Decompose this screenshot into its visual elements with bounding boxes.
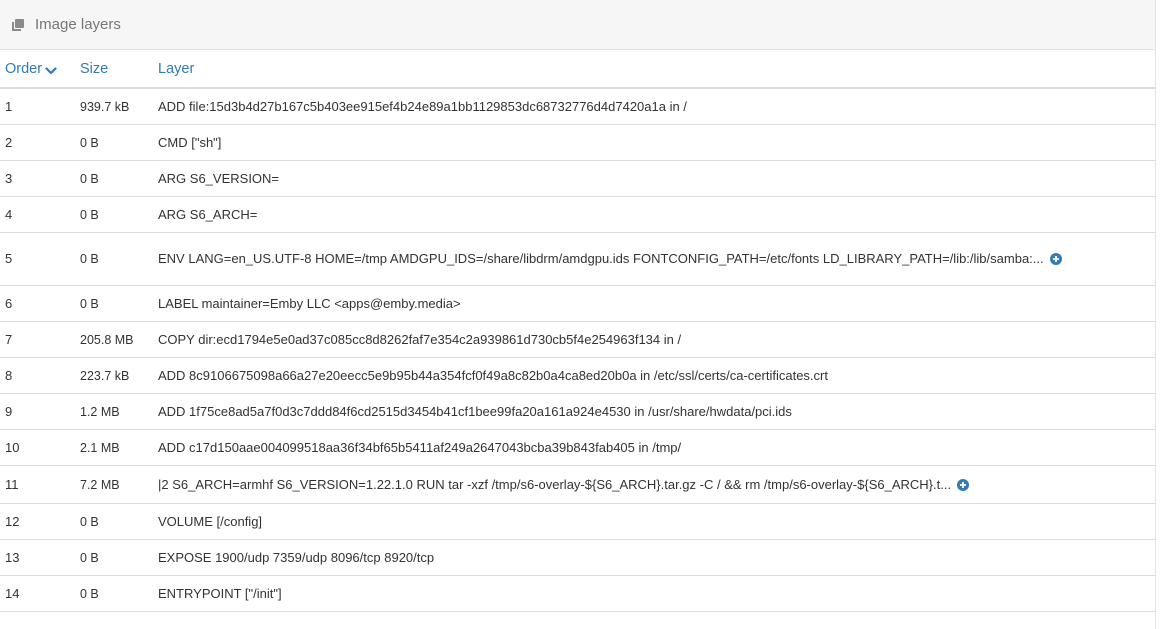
table-row: 13 0 B EXPOSE 1900/udp 7359/udp 8096/tcp 8… (0, 539, 1156, 576)
layer-command: ARG S6_ARCH= (158, 206, 258, 222)
layer-size: 0 B (80, 503, 158, 540)
layer-size: 0 B (80, 196, 158, 233)
layer-size: 0 B (80, 575, 158, 612)
layers-icon (11, 18, 25, 32)
layer-size: 939.7 kB (80, 88, 158, 125)
layer-size: 0 B (80, 160, 158, 197)
column-header-order-label: Order (5, 60, 43, 77)
layer-order: 14 (0, 575, 80, 612)
layer-size: 0 B (80, 232, 158, 286)
layer-command: ENV LANG=en_US.UTF-8 HOME=/tmp AMDGPU_ID… (158, 251, 1044, 266)
layer-command: VOLUME [/config] (158, 513, 263, 529)
layer-size: 0 B (80, 285, 158, 322)
layer-command-cell: ADD 8c9106675098a66a27e20eecc5e9b95b44a3… (158, 357, 1156, 394)
layer-command: ADD 1f75ce8ad5a7f0d3c7ddd84f6cd2515d3454… (158, 403, 792, 419)
layer-command: CMD ["sh"] (158, 134, 222, 150)
layer-command: ADD file:15d3b4d27b167c5b403ee915ef4b24e… (158, 98, 687, 114)
layer-command: EXPOSE 1900/udp 7359/udp 8096/tcp 8920/t… (158, 549, 435, 565)
expand-plus-icon[interactable] (957, 478, 970, 491)
layers-table: Order Size Layer 1 939.7 kB ADD file:15d… (0, 50, 1156, 612)
table-row: 8 223.7 kB ADD 8c9106675098a66a27e20eecc5e… (0, 357, 1156, 394)
expand-plus-icon[interactable] (1049, 253, 1062, 265)
table-row: 30 B ARG S6_VERSION= (0, 160, 1156, 197)
layer-command: ADD 8c9106675098a66a27e20eecc5e9b95b44a3… (158, 367, 828, 383)
layer-command-cell: VOLUME [/config] (158, 503, 1156, 540)
layer-size: 0 B (80, 124, 158, 161)
layer-order: 1 (0, 88, 80, 125)
layer-order: 12 (0, 503, 80, 540)
layer-size: 7.2 MB (80, 465, 158, 504)
layer-command-cell: ADD c17d150aae004099518aa36f34bf65b5411a… (158, 429, 1156, 466)
table-row: 14 0 B ENTRYPOINT ["/init"] (0, 575, 1156, 612)
layer-command-cell: ARG S6_ARCH= (158, 196, 1156, 233)
layer-command-cell: ADD file:15d3b4d27b167c5b403ee915ef4b24e… (158, 88, 1156, 125)
table-row: 12 0 B VOLUME [/config] (0, 503, 1156, 540)
panel-header: Image layers (0, 0, 1155, 50)
layer-order: 2 (0, 124, 80, 161)
layer-order: 13 (0, 539, 80, 576)
table-header-row: Order Size Layer (0, 50, 1156, 89)
layer-order: 10 (0, 429, 80, 466)
table-row: 11 7.2 MB |2 S6_ARCH=armhf S6_VERSION=1.22… (0, 465, 1156, 504)
scrollbar[interactable] (1156, 0, 1163, 629)
table-row: 9 1.2 MB ADD 1f75ce8ad5a7f0d3c7ddd84f6cd25… (0, 393, 1156, 430)
table-row: 40 B ARG S6_ARCH= (0, 196, 1156, 233)
table-row: 50 B ENV LANG=en_US.UTF-8 HOME=/tmp AMDGP… (0, 232, 1156, 286)
layers-table-body: 1 939.7 kB ADD file:15d3b4d27b167c5b403ee9… (0, 88, 1156, 612)
panel-title: Image layers (35, 16, 121, 33)
column-header-size-label: Size (80, 60, 109, 77)
layer-order: 5 (0, 232, 80, 286)
layer-command-cell: COPY dir:ecd1794e5e0ad37c085cc8d8262faf7… (158, 321, 1156, 358)
layer-size: 1.2 MB (80, 393, 158, 430)
layer-order: 4 (0, 196, 80, 233)
layer-command-cell: ENTRYPOINT ["/init"] (158, 575, 1156, 612)
layer-order: 6 (0, 285, 80, 322)
layer-command: ADD c17d150aae004099518aa36f34bf65b5411a… (158, 439, 682, 455)
layer-order: 11 (0, 465, 80, 504)
layer-order: 8 (0, 357, 80, 394)
layer-command-cell: ENV LANG=en_US.UTF-8 HOME=/tmp AMDGPU_ID… (158, 232, 1156, 286)
layer-command: LABEL maintainer=Emby LLC <apps@emby.med… (158, 295, 461, 311)
column-header-order[interactable]: Order (0, 50, 80, 89)
image-layers-panel: Image layers Order Size Layer 1 939.7 kB… (0, 0, 1156, 629)
layer-command-cell: LABEL maintainer=Emby LLC <apps@emby.med… (158, 285, 1156, 322)
table-row: 1 939.7 kB ADD file:15d3b4d27b167c5b403ee9… (0, 88, 1156, 125)
layer-size: 223.7 kB (80, 357, 158, 394)
table-row: 20 B CMD ["sh"] (0, 124, 1156, 161)
table-row: 7 205.8 MB COPY dir:ecd1794e5e0ad37c085cc8… (0, 321, 1156, 358)
layer-order: 3 (0, 160, 80, 197)
layer-command-cell: EXPOSE 1900/udp 7359/udp 8096/tcp 8920/t… (158, 539, 1156, 576)
layer-command: COPY dir:ecd1794e5e0ad37c085cc8d8262faf7… (158, 331, 682, 347)
layer-order: 7 (0, 321, 80, 358)
column-header-size[interactable]: Size (80, 50, 158, 89)
layer-order: 9 (0, 393, 80, 430)
layer-command-cell: ARG S6_VERSION= (158, 160, 1156, 197)
table-row: 60 B LABEL maintainer=Emby LLC <apps@emby… (0, 285, 1156, 322)
layer-command: ARG S6_VERSION= (158, 170, 280, 186)
layer-command: |2 S6_ARCH=armhf S6_VERSION=1.22.1.0 RUN… (158, 476, 952, 492)
chevron-down-icon[interactable] (45, 64, 57, 74)
layer-size: 2.1 MB (80, 429, 158, 466)
layer-command-cell: |2 S6_ARCH=armhf S6_VERSION=1.22.1.0 RUN… (158, 465, 1156, 504)
column-header-layer[interactable]: Layer (158, 50, 1156, 89)
layer-size: 205.8 MB (80, 321, 158, 358)
column-header-layer-label: Layer (158, 60, 195, 77)
layer-command-cell: CMD ["sh"] (158, 124, 1156, 161)
layer-size: 0 B (80, 539, 158, 576)
layer-command: ENTRYPOINT ["/init"] (158, 585, 282, 601)
layer-command-cell: ADD 1f75ce8ad5a7f0d3c7ddd84f6cd2515d3454… (158, 393, 1156, 430)
table-row: 10 2.1 MB ADD c17d150aae004099518aa36f34bf… (0, 429, 1156, 466)
